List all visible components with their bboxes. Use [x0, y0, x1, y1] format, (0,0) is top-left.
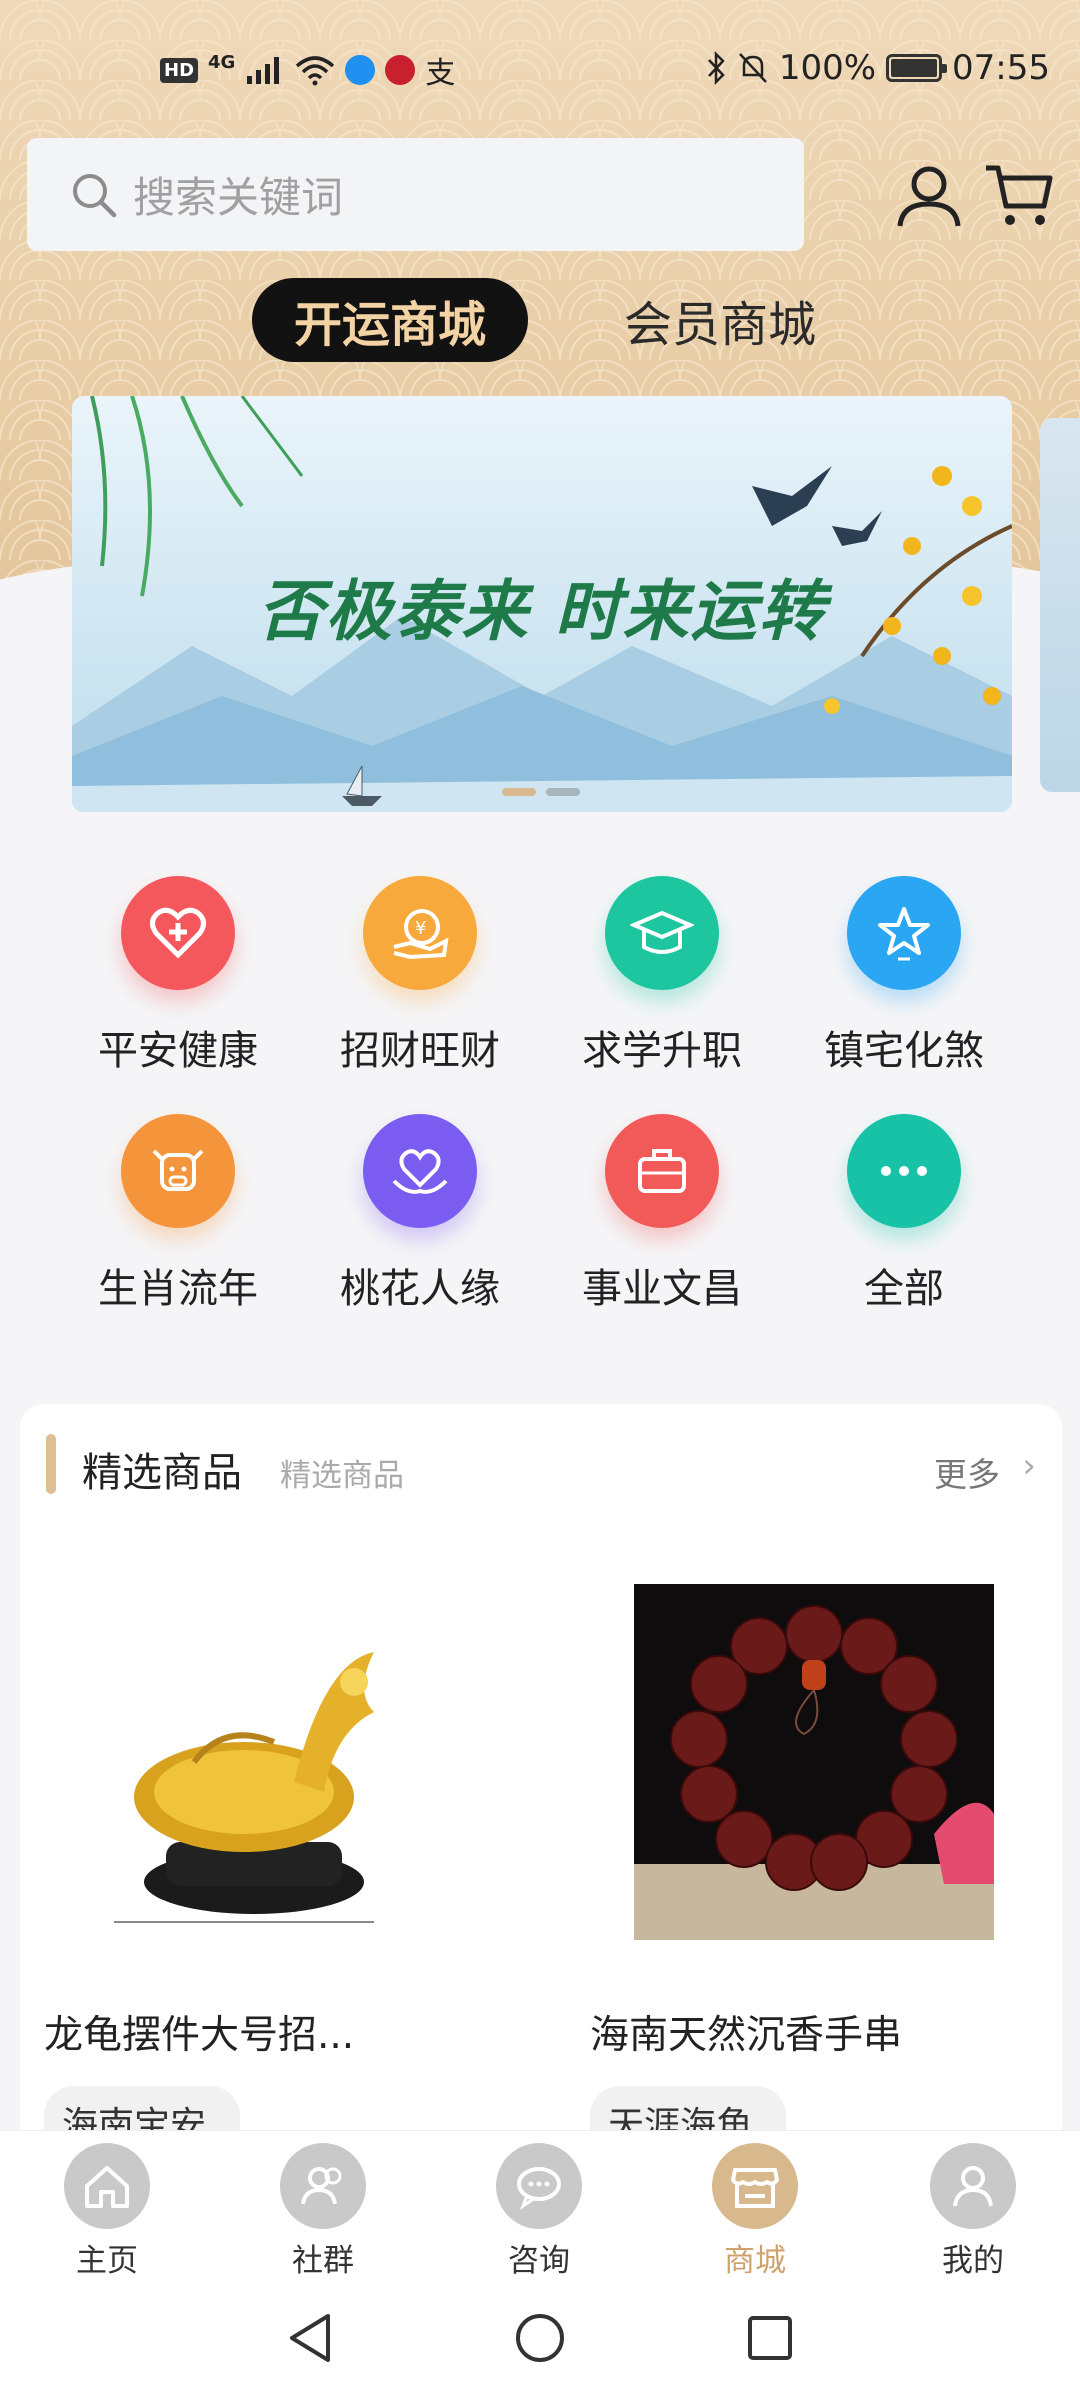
bank-notification-icon [385, 55, 416, 85]
back-icon[interactable] [284, 2310, 334, 2366]
cart-icon[interactable] [984, 160, 1054, 230]
next-banner-peek[interactable] [1040, 418, 1080, 792]
profile-icon [930, 2143, 1016, 2229]
bottom-nav: 主页 社群 咨询 商城 我的 [0, 2130, 1080, 2282]
section-subtitle: 精选商品 [280, 1458, 404, 1494]
status-bar: HD 4G 支 100% 07:55 [0, 0, 1080, 140]
category-wealth[interactable]: ¥ 招财旺财 [320, 876, 520, 1076]
indicator-dot-active [502, 788, 536, 796]
chat-icon [496, 2143, 582, 2229]
signal-icon [247, 57, 280, 84]
graduation-cap-icon [605, 876, 719, 990]
promo-banner[interactable]: 否极泰来 时来运转 [72, 396, 1012, 812]
category-career[interactable]: 事业文昌 [562, 1114, 762, 1314]
indicator-dot [546, 788, 580, 796]
nav-consult[interactable]: 咨询 [464, 2143, 614, 2280]
product-name[interactable]: 海南天然沉香手串 [590, 2004, 902, 2060]
category-romance[interactable]: 桃花人缘 [320, 1114, 520, 1314]
search-icon [73, 173, 117, 217]
section-title: 精选商品 [82, 1450, 242, 1496]
nav-home[interactable]: 主页 [32, 2143, 182, 2280]
nav-label: 商城 [724, 2243, 786, 2279]
more-link[interactable]: 更多 [934, 1448, 1000, 1496]
coin-hand-icon: ¥ [363, 876, 477, 990]
section-accent-bar [46, 1434, 56, 1494]
bluetooth-icon [707, 51, 725, 85]
network-type: 4G [208, 51, 236, 73]
category-zodiac[interactable]: 生肖流年 [78, 1114, 278, 1314]
category-label: 生肖流年 [98, 1266, 258, 1312]
briefcase-icon [605, 1114, 719, 1228]
app-notification-icon [345, 55, 376, 85]
heart-hands-icon [363, 1114, 477, 1228]
tab-member-mall[interactable]: 会员商城 [590, 278, 850, 362]
chevron-right-icon[interactable]: › [1022, 1446, 1036, 1486]
category-label: 全部 [864, 1266, 944, 1312]
alipay-icon: 支 [425, 56, 456, 91]
category-house[interactable]: 镇宅化煞 [804, 876, 1004, 1076]
heart-plus-icon [121, 876, 235, 990]
nav-community[interactable]: 社群 [248, 2143, 398, 2280]
category-label: 镇宅化煞 [824, 1028, 984, 1074]
ox-icon [121, 1114, 235, 1228]
battery-icon [886, 54, 948, 82]
category-label: 桃花人缘 [340, 1266, 500, 1312]
user-icon[interactable] [894, 160, 964, 230]
nav-profile[interactable]: 我的 [898, 2143, 1048, 2280]
home-circle-icon[interactable] [514, 2312, 566, 2364]
search-placeholder: 搜索关键词 [133, 173, 344, 222]
nav-label: 咨询 [508, 2243, 570, 2279]
recents-square-icon[interactable] [746, 2314, 794, 2362]
banner-title: 否极泰来 时来运转 [257, 573, 827, 650]
category-health[interactable]: 平安健康 [78, 876, 278, 1076]
nav-shop[interactable]: 商城 [680, 2143, 830, 2280]
hd-badge: HD [160, 57, 199, 83]
product-image-agarwood-bracelet[interactable] [634, 1584, 994, 1940]
nav-label: 我的 [942, 2243, 1004, 2279]
tab-lucky-mall[interactable]: 开运商城 [252, 278, 528, 362]
category-label: 事业文昌 [582, 1266, 742, 1312]
category-label: 求学升职 [582, 1028, 742, 1074]
system-nav-bar [0, 2282, 1080, 2400]
clock: 07:55 [952, 48, 1050, 88]
svg-text:¥: ¥ [415, 918, 426, 939]
nav-label: 社群 [292, 2243, 354, 2279]
category-all[interactable]: 全部 [804, 1114, 1004, 1314]
search-input[interactable]: 搜索关键词 [27, 138, 804, 251]
category-study[interactable]: 求学升职 [562, 876, 762, 1076]
home-icon [64, 2143, 150, 2229]
more-dots-icon [847, 1114, 961, 1228]
category-label: 招财旺财 [340, 1028, 500, 1074]
battery-percent: 100% [778, 48, 877, 88]
community-icon [280, 2143, 366, 2229]
mute-bell-icon [738, 53, 767, 83]
wifi-icon [296, 56, 335, 86]
product-image-dragon-turtle[interactable] [74, 1582, 434, 1942]
nav-label: 主页 [76, 2243, 138, 2279]
shop-icon [712, 2143, 798, 2229]
banner-indicator [502, 788, 580, 796]
category-label: 平安健康 [98, 1028, 258, 1074]
product-name[interactable]: 龙龟摆件大号招... [44, 2004, 354, 2060]
star-icon [847, 876, 961, 990]
